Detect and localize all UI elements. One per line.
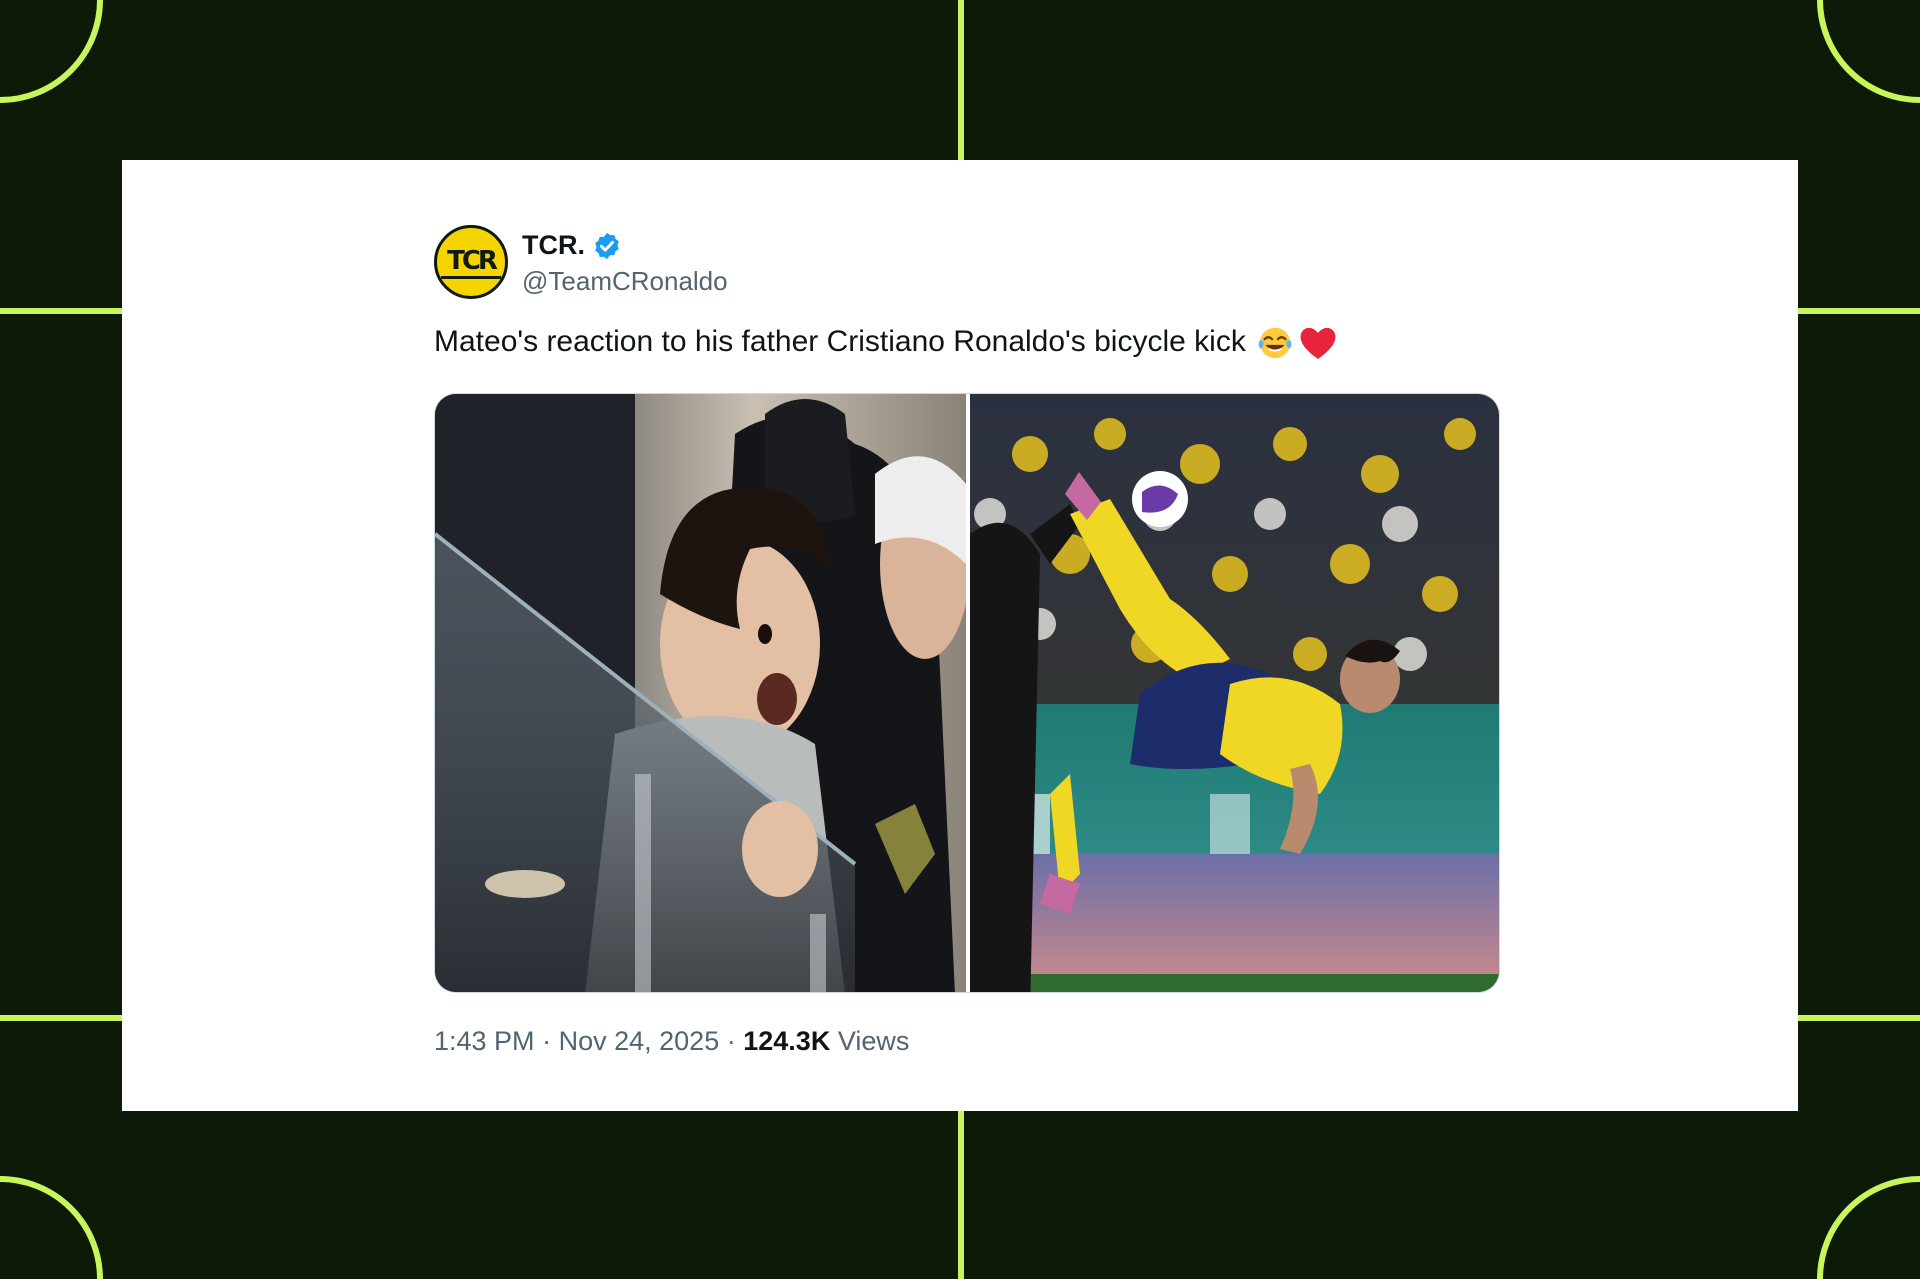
tweet-text: Mateo's reaction to his father Cristiano… — [434, 323, 1338, 361]
author-block: TCR. @TeamCRonaldo — [522, 228, 728, 297]
tweet-date[interactable]: Nov 24, 2025 — [559, 1026, 720, 1056]
tweet-card[interactable]: TCR TCR. @TeamCRonaldo Mateo's reaction … — [122, 160, 1798, 1111]
views-count: 124.3K — [743, 1026, 831, 1056]
bicycle-kick-photo[interactable] — [970, 394, 1499, 992]
meta-separator: · — [542, 1026, 552, 1056]
views-label: Views — [837, 1026, 910, 1056]
red-heart-emoji-icon — [1300, 327, 1336, 359]
display-name[interactable]: TCR. — [522, 230, 585, 261]
tweet-meta: 1:43 PM · Nov 24, 2025 · 124.3K Views — [434, 1026, 909, 1057]
avatar[interactable]: TCR — [434, 225, 508, 299]
boy-reaction-photo[interactable] — [435, 394, 966, 992]
tears-of-joy-emoji-icon — [1258, 327, 1292, 359]
name-row: TCR. — [522, 228, 728, 264]
meta-separator: · — [726, 1026, 736, 1056]
tweet-text-body: Mateo's reaction to his father Cristiano… — [434, 325, 1246, 358]
tweet-time[interactable]: 1:43 PM — [434, 1026, 535, 1056]
tweet-media[interactable] — [434, 393, 1500, 993]
tweet-header: TCR TCR. @TeamCRonaldo — [434, 222, 728, 302]
verified-badge-icon — [595, 232, 619, 259]
avatar-logo-text: TCR — [441, 246, 501, 279]
handle[interactable]: @TeamCRonaldo — [522, 266, 728, 297]
